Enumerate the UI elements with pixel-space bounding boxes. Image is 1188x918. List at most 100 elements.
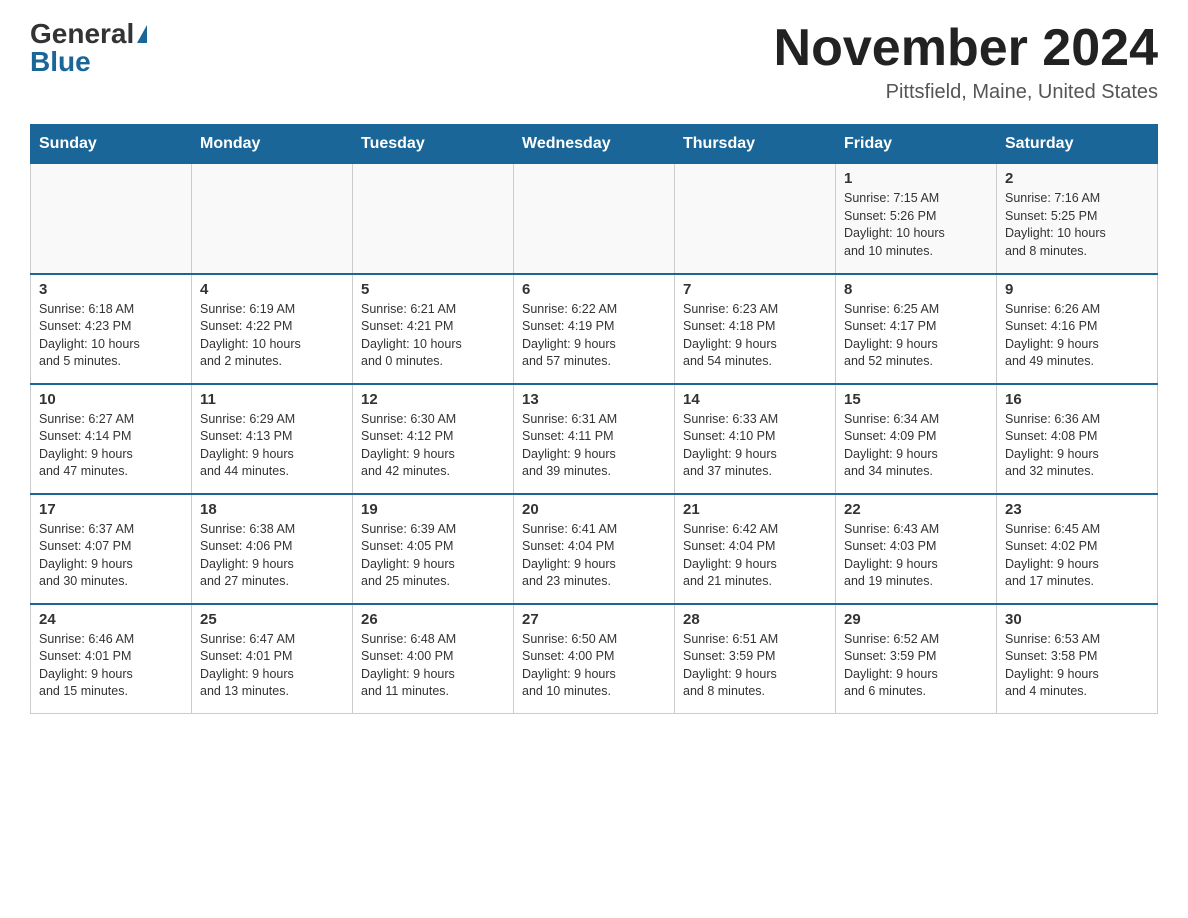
weekday-header-friday: Friday — [836, 125, 997, 164]
calendar-cell: 10 Sunrise: 6:27 AM Sunset: 4:14 PM Dayli… — [31, 384, 192, 494]
calendar-cell: 22 Sunrise: 6:43 AM Sunset: 4:03 PM Dayli… — [836, 494, 997, 604]
day-number: 2 — [1005, 170, 1149, 187]
calendar-cell: 13Sunrise: 6:31 AM Sunset: 4:11 PM Dayli… — [514, 384, 675, 494]
weekday-header-saturday: Saturday — [997, 125, 1158, 164]
day-number: 16 — [1005, 391, 1149, 408]
calendar-cell: 20 Sunrise: 6:41 AM Sunset: 4:04 PM Dayli… — [514, 494, 675, 604]
logo-triangle-icon — [137, 25, 147, 43]
calendar-cell: 5 Sunrise: 6:21 AM Sunset: 4:21 PM Daylig… — [353, 274, 514, 384]
day-info: Sunrise: 6:48 AM Sunset: 4:00 PM Dayligh… — [361, 631, 505, 701]
day-number: 1 — [844, 170, 988, 187]
day-info: Sunrise: 6:25 AM Sunset: 4:17 PM Dayligh… — [844, 301, 988, 371]
logo: General Blue — [30, 20, 147, 76]
calendar-cell: 18 Sunrise: 6:38 AM Sunset: 4:06 PM Dayli… — [192, 494, 353, 604]
calendar-cell — [514, 164, 675, 274]
logo-general-text: General — [30, 20, 134, 48]
calendar-cell: 11 Sunrise: 6:29 AM Sunset: 4:13 PM Dayli… — [192, 384, 353, 494]
day-number: 14 — [683, 391, 827, 408]
calendar-cell: 27 Sunrise: 6:50 AM Sunset: 4:00 PM Dayli… — [514, 604, 675, 714]
weekday-header-row: SundayMondayTuesdayWednesdayThursdayFrid… — [31, 125, 1158, 164]
day-info: Sunrise: 6:21 AM Sunset: 4:21 PM Dayligh… — [361, 301, 505, 371]
calendar-cell — [192, 164, 353, 274]
calendar-cell: 2 Sunrise: 7:16 AM Sunset: 5:25 PM Daylig… — [997, 164, 1158, 274]
day-number: 30 — [1005, 611, 1149, 628]
day-info: Sunrise: 6:38 AM Sunset: 4:06 PM Dayligh… — [200, 521, 344, 591]
day-number: 25 — [200, 611, 344, 628]
day-info: Sunrise: 6:39 AM Sunset: 4:05 PM Dayligh… — [361, 521, 505, 591]
weekday-header-thursday: Thursday — [675, 125, 836, 164]
day-number: 15 — [844, 391, 988, 408]
day-info: Sunrise: 6:43 AM Sunset: 4:03 PM Dayligh… — [844, 521, 988, 591]
day-info: Sunrise: 6:22 AM Sunset: 4:19 PM Dayligh… — [522, 301, 666, 371]
calendar-cell: 28 Sunrise: 6:51 AM Sunset: 3:59 PM Dayli… — [675, 604, 836, 714]
day-info: Sunrise: 6:29 AM Sunset: 4:13 PM Dayligh… — [200, 411, 344, 481]
calendar-cell: 29 Sunrise: 6:52 AM Sunset: 3:59 PM Dayli… — [836, 604, 997, 714]
location-subtitle: Pittsfield, Maine, United States — [774, 81, 1158, 104]
day-info: Sunrise: 6:50 AM Sunset: 4:00 PM Dayligh… — [522, 631, 666, 701]
title-section: November 2024 Pittsfield, Maine, United … — [774, 20, 1158, 104]
weekday-header-sunday: Sunday — [31, 125, 192, 164]
calendar-cell — [675, 164, 836, 274]
day-number: 19 — [361, 501, 505, 518]
day-number: 8 — [844, 281, 988, 298]
day-number: 18 — [200, 501, 344, 518]
calendar-cell: 19 Sunrise: 6:39 AM Sunset: 4:05 PM Dayli… — [353, 494, 514, 604]
calendar-week-row: 3Sunrise: 6:18 AM Sunset: 4:23 PM Daylig… — [31, 274, 1158, 384]
day-info: Sunrise: 6:34 AM Sunset: 4:09 PM Dayligh… — [844, 411, 988, 481]
day-info: Sunrise: 6:42 AM Sunset: 4:04 PM Dayligh… — [683, 521, 827, 591]
day-number: 5 — [361, 281, 505, 298]
day-info: Sunrise: 6:47 AM Sunset: 4:01 PM Dayligh… — [200, 631, 344, 701]
day-info: Sunrise: 6:45 AM Sunset: 4:02 PM Dayligh… — [1005, 521, 1149, 591]
day-number: 27 — [522, 611, 666, 628]
day-info: Sunrise: 7:16 AM Sunset: 5:25 PM Dayligh… — [1005, 190, 1149, 260]
day-info: Sunrise: 6:53 AM Sunset: 3:58 PM Dayligh… — [1005, 631, 1149, 701]
day-info: Sunrise: 6:26 AM Sunset: 4:16 PM Dayligh… — [1005, 301, 1149, 371]
day-number: 24 — [39, 611, 183, 628]
day-number: 10 — [39, 391, 183, 408]
calendar-cell: 1 Sunrise: 7:15 AM Sunset: 5:26 PM Daylig… — [836, 164, 997, 274]
day-info: Sunrise: 6:30 AM Sunset: 4:12 PM Dayligh… — [361, 411, 505, 481]
page-header: General Blue November 2024 Pittsfield, M… — [30, 20, 1158, 104]
day-number: 29 — [844, 611, 988, 628]
calendar-cell: 9 Sunrise: 6:26 AM Sunset: 4:16 PM Daylig… — [997, 274, 1158, 384]
day-number: 22 — [844, 501, 988, 518]
day-number: 12 — [361, 391, 505, 408]
day-number: 21 — [683, 501, 827, 518]
day-number: 26 — [361, 611, 505, 628]
calendar-cell — [31, 164, 192, 274]
day-number: 6 — [522, 281, 666, 298]
day-number: 11 — [200, 391, 344, 408]
day-info: Sunrise: 6:36 AM Sunset: 4:08 PM Dayligh… — [1005, 411, 1149, 481]
day-number: 9 — [1005, 281, 1149, 298]
day-number: 7 — [683, 281, 827, 298]
calendar-cell: 24Sunrise: 6:46 AM Sunset: 4:01 PM Dayli… — [31, 604, 192, 714]
calendar-cell: 14 Sunrise: 6:33 AM Sunset: 4:10 PM Dayli… — [675, 384, 836, 494]
calendar-cell: 30 Sunrise: 6:53 AM Sunset: 3:58 PM Dayli… — [997, 604, 1158, 714]
logo-blue-text: Blue — [30, 48, 91, 76]
calendar-cell — [353, 164, 514, 274]
day-info: Sunrise: 6:37 AM Sunset: 4:07 PM Dayligh… — [39, 521, 183, 591]
day-info: Sunrise: 6:18 AM Sunset: 4:23 PM Dayligh… — [39, 301, 183, 371]
day-info: Sunrise: 6:27 AM Sunset: 4:14 PM Dayligh… — [39, 411, 183, 481]
day-number: 17 — [39, 501, 183, 518]
calendar-cell: 23Sunrise: 6:45 AM Sunset: 4:02 PM Dayli… — [997, 494, 1158, 604]
calendar-table: SundayMondayTuesdayWednesdayThursdayFrid… — [30, 124, 1158, 714]
calendar-cell: 3Sunrise: 6:18 AM Sunset: 4:23 PM Daylig… — [31, 274, 192, 384]
day-number: 28 — [683, 611, 827, 628]
weekday-header-tuesday: Tuesday — [353, 125, 514, 164]
day-info: Sunrise: 6:41 AM Sunset: 4:04 PM Dayligh… — [522, 521, 666, 591]
day-info: Sunrise: 6:23 AM Sunset: 4:18 PM Dayligh… — [683, 301, 827, 371]
calendar-cell: 21 Sunrise: 6:42 AM Sunset: 4:04 PM Dayli… — [675, 494, 836, 604]
day-info: Sunrise: 6:51 AM Sunset: 3:59 PM Dayligh… — [683, 631, 827, 701]
weekday-header-wednesday: Wednesday — [514, 125, 675, 164]
day-info: Sunrise: 6:52 AM Sunset: 3:59 PM Dayligh… — [844, 631, 988, 701]
calendar-week-row: 10 Sunrise: 6:27 AM Sunset: 4:14 PM Dayli… — [31, 384, 1158, 494]
day-info: Sunrise: 6:33 AM Sunset: 4:10 PM Dayligh… — [683, 411, 827, 481]
calendar-cell: 12 Sunrise: 6:30 AM Sunset: 4:12 PM Dayli… — [353, 384, 514, 494]
month-title: November 2024 — [774, 20, 1158, 77]
calendar-week-row: 1 Sunrise: 7:15 AM Sunset: 5:26 PM Daylig… — [31, 164, 1158, 274]
calendar-cell: 6 Sunrise: 6:22 AM Sunset: 4:19 PM Daylig… — [514, 274, 675, 384]
day-info: Sunrise: 6:31 AM Sunset: 4:11 PM Dayligh… — [522, 411, 666, 481]
day-info: Sunrise: 7:15 AM Sunset: 5:26 PM Dayligh… — [844, 190, 988, 260]
day-number: 20 — [522, 501, 666, 518]
